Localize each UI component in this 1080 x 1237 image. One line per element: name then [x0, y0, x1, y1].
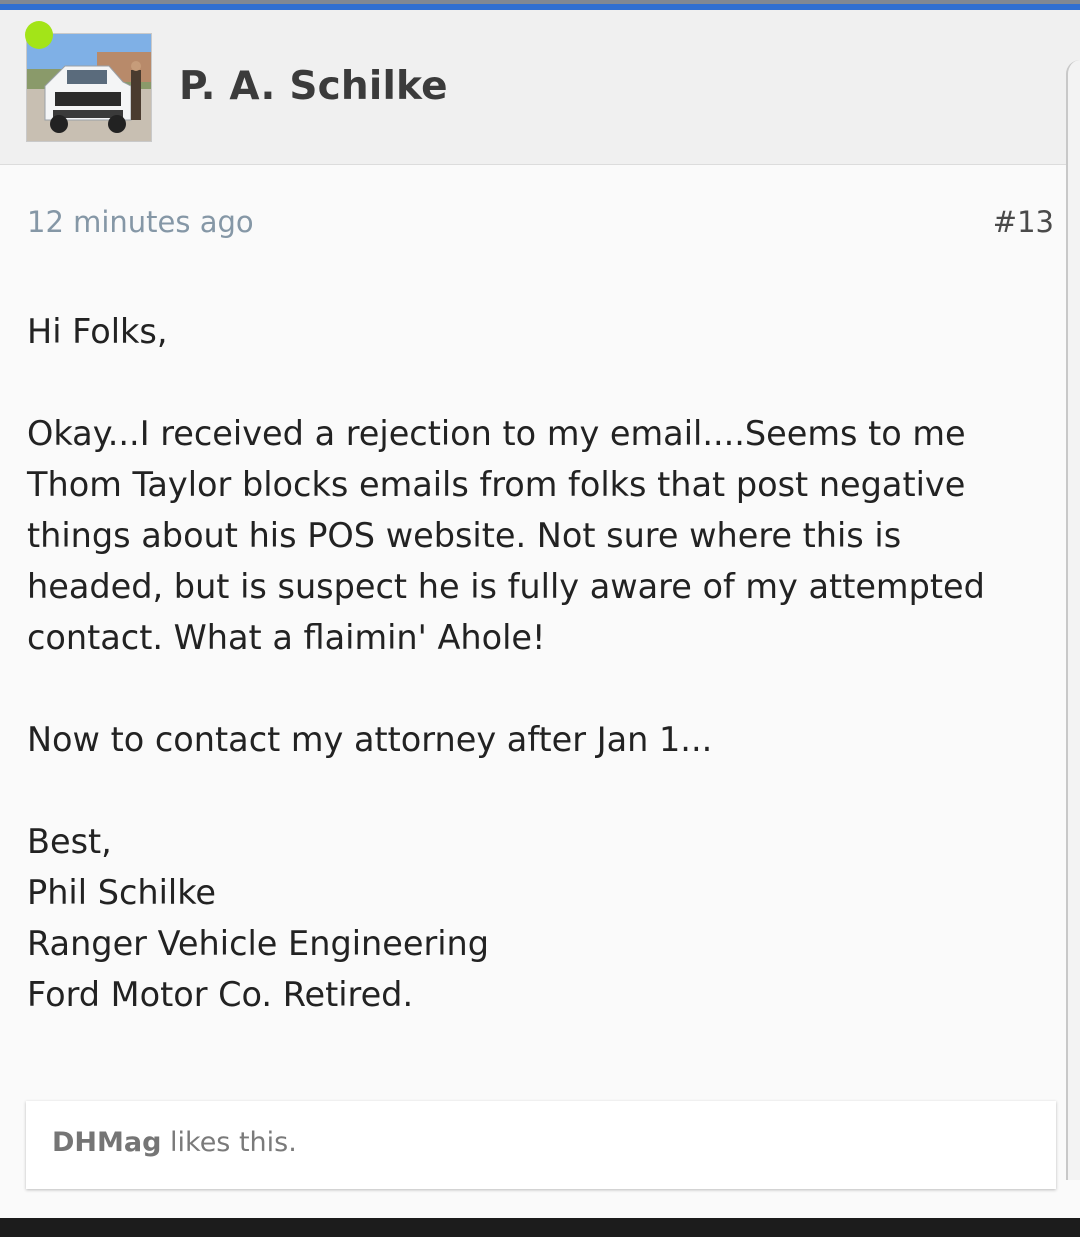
- post-header: P. A. Schilke: [0, 10, 1080, 165]
- body-line: contact. What a flaimin' Ahole!: [27, 618, 546, 657]
- post-author[interactable]: P. A. Schilke: [179, 64, 448, 109]
- liker-username-link[interactable]: DHMag: [52, 1127, 161, 1158]
- online-status-indicator: [25, 21, 53, 49]
- avatar-photo: [27, 34, 151, 141]
- bottom-bar: [0, 1218, 1080, 1237]
- likes-suffix: likes this.: [161, 1127, 297, 1158]
- body-line: things about his POS website. Not sure w…: [27, 516, 902, 555]
- post-body: Hi Folks, Okay...I received a rejection …: [27, 306, 1062, 1020]
- greeting-line: Hi Folks,: [27, 312, 168, 351]
- post-number-link[interactable]: #13: [993, 205, 1054, 239]
- signature-line: Phil Schilke: [27, 873, 217, 912]
- scroll-edge: [1066, 60, 1080, 1180]
- signature-line: Ranger Vehicle Engineering: [27, 924, 490, 963]
- post-timestamp[interactable]: 12 minutes ago: [27, 205, 254, 239]
- avatar[interactable]: [26, 33, 152, 142]
- body-line: Now to contact my attorney after Jan 1..…: [27, 720, 713, 759]
- body-line: Thom Taylor blocks emails from folks tha…: [27, 465, 966, 504]
- body-line: headed, but is suspect he is fully aware…: [27, 567, 985, 606]
- signature-line: Ford Motor Co. Retired.: [27, 975, 414, 1014]
- body-line: Okay...I received a rejection to my emai…: [27, 414, 966, 453]
- signature-line: Best,: [27, 822, 112, 861]
- likes-summary: DHMag likes this.: [26, 1101, 1056, 1189]
- likes-text: DHMag likes this.: [52, 1127, 297, 1158]
